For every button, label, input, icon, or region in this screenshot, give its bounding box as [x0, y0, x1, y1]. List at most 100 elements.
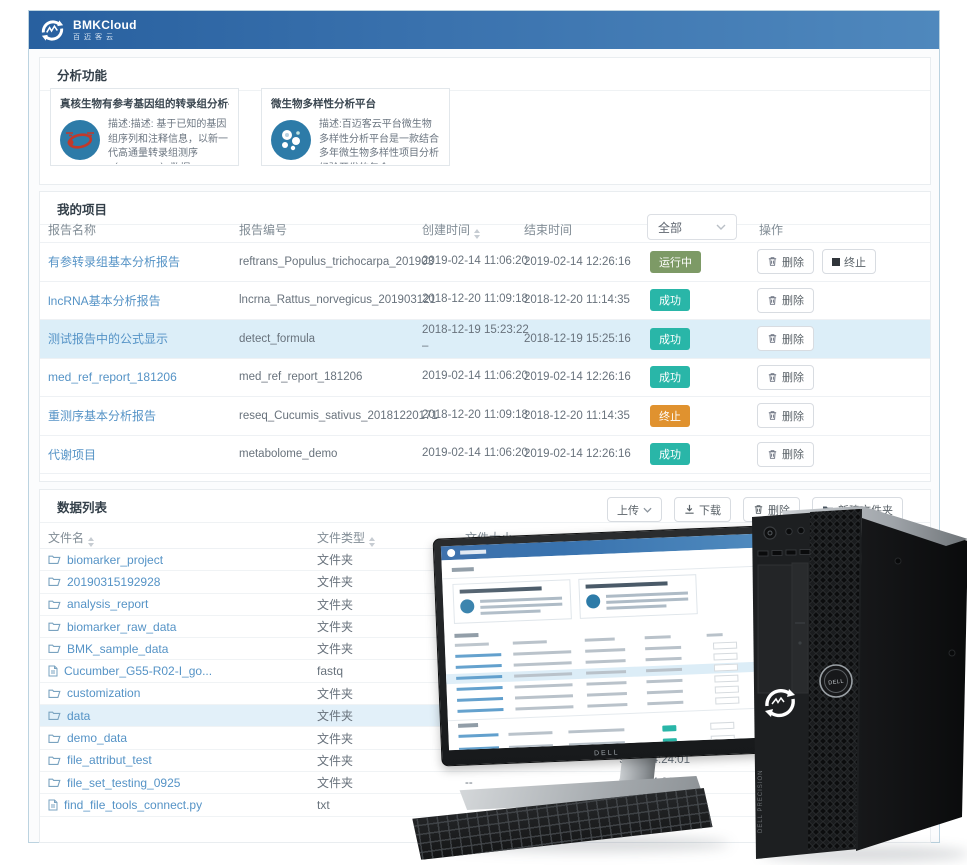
analysis-card-microbial[interactable]: 微生物多样性分析平台 描述:百迈客云平台微生物多样性分析平台是一款结合多年微生物…: [261, 88, 450, 166]
project-row: med_ref_report_181206 med_ref_report_181…: [40, 359, 930, 398]
col-file-name-sort[interactable]: 文件名: [48, 529, 94, 547]
projects-table-header: 报告名称 报告编号 创建时间 结束时间 全部 操作: [40, 214, 930, 242]
file-icon: [48, 799, 58, 811]
file-row: 20190315192928 文件夹: [40, 571, 930, 593]
file-name-link[interactable]: customization: [67, 686, 140, 700]
report-name-link[interactable]: 测试报告中的公式显示: [48, 330, 168, 347]
status-badge: 终止: [650, 405, 690, 427]
file-size: [465, 571, 585, 592]
file-row: biomarker_project 文件夹: [40, 549, 930, 571]
folder-icon: [48, 643, 61, 654]
col-created-sort[interactable]: 创建时间: [422, 221, 480, 239]
report-name-link[interactable]: med_ref_report_181206: [48, 370, 177, 384]
folder-icon: [48, 777, 61, 788]
file-type: 文件夹: [317, 616, 437, 637]
report-name-link[interactable]: 重测序基本分析报告: [48, 407, 156, 424]
file-row: data 文件夹: [40, 705, 930, 727]
file-name-link[interactable]: demo_data: [67, 731, 127, 745]
project-row: 重测序基本分析报告 reseq_Cucumis_sativus_20181220…: [40, 397, 930, 436]
file-icon: [48, 665, 58, 677]
report-name-link[interactable]: 有参转录组基本分析报告: [48, 253, 180, 270]
folder-icon: [48, 599, 61, 610]
chevron-down-icon: [643, 507, 652, 513]
upload-button[interactable]: 上传: [607, 497, 662, 522]
file-name-link[interactable]: 20190315192928: [67, 575, 160, 589]
file-name-link[interactable]: data: [67, 709, 90, 723]
analysis-panel: 分析功能 真核生物有参考基因组的转录组分析平台 描述:描述: 基于已知的基因组序…: [39, 57, 931, 185]
brand-logo: BMKCloud 百迈客云: [39, 17, 137, 44]
folder-icon: [48, 621, 61, 632]
file-row: file_set_testing_0925 文件夹 -- 9-27 14:06:…: [40, 772, 930, 794]
file-created: [619, 705, 789, 726]
report-code: detect_formula: [239, 320, 419, 358]
folder-icon: [48, 576, 61, 587]
report-name-link[interactable]: lncRNA基本分析报告: [48, 292, 161, 309]
sort-icon: [474, 229, 480, 239]
file-name-link[interactable]: BMK_sample_data: [67, 642, 168, 656]
sort-icon: [671, 537, 677, 547]
project-row: 测试报告中的公式显示 detect_formula 2018-12-19 15:…: [40, 320, 930, 359]
delete-button[interactable]: 删除: [757, 326, 814, 351]
file-type: txt: [317, 794, 437, 815]
sort-icon: [517, 537, 523, 547]
trash-icon: [767, 333, 778, 344]
file-type: 文件夹: [317, 594, 437, 615]
files-rows: biomarker_project 文件夹 20190315192928 文件夹…: [40, 549, 930, 817]
delete-button[interactable]: 删除: [757, 403, 814, 428]
file-created: [619, 727, 789, 748]
delete-button[interactable]: 删除: [757, 288, 814, 313]
delete-button[interactable]: 删除: [757, 365, 814, 390]
trash-icon: [767, 256, 778, 267]
report-code: reftrans_Populus_trichocarpa_201903: [239, 243, 419, 281]
report-ended: 2018-12-19 15:25:16: [524, 320, 654, 358]
folder-icon: [48, 733, 61, 744]
file-size: [465, 705, 585, 726]
col-file-type-sort[interactable]: 文件类型: [317, 529, 375, 547]
analysis-card-rnaseq[interactable]: 真核生物有参考基因组的转录组分析平台 描述:描述: 基于已知的基因组序列和注释信…: [50, 88, 239, 166]
status-filter-select[interactable]: 全部: [647, 214, 737, 240]
report-code: lncrna_Rattus_norvegicus_201903121: [239, 282, 419, 320]
file-row: demo_data 文件夹: [40, 727, 930, 749]
report-ended: 2018-12-20 11:14:35: [524, 282, 654, 320]
file-name-link[interactable]: find_file_tools_connect.py: [64, 798, 202, 812]
report-ended: 2019-02-14 12:26:16: [524, 243, 654, 281]
download-icon: [684, 504, 695, 515]
col-file-created-sort[interactable]: 创建时间: [619, 529, 677, 547]
report-created: 2019-02-14 11:06:20: [422, 436, 530, 474]
delete-button[interactable]: 删除: [757, 442, 814, 467]
file-row: Cucumber_G55-R02-I_go... fastq: [40, 660, 930, 682]
download-button[interactable]: 下载: [674, 497, 731, 522]
file-name-link[interactable]: file_set_testing_0925: [67, 776, 180, 790]
files-toolbar: 上传 下载 删除 新建文件夹: [607, 497, 903, 522]
file-size: [465, 683, 585, 704]
file-size: [465, 594, 585, 615]
trash-icon: [767, 295, 778, 306]
new-folder-button[interactable]: 新建文件夹: [812, 497, 903, 522]
page: BMKCloud 百迈客云 分析功能 真核生物有参考基因组的转录组分析平台: [0, 0, 967, 865]
top-bar: BMKCloud 百迈客云: [29, 11, 939, 49]
file-size: --: [465, 750, 585, 771]
report-code: reseq_Cucumis_sativus_20181220171: [239, 397, 419, 435]
rnaseq-platform-icon: [60, 120, 100, 160]
file-type: 文件夹: [317, 772, 437, 793]
file-row: analysis_report 文件夹: [40, 594, 930, 616]
col-file-size-sort[interactable]: 文件大小: [465, 529, 523, 547]
brand-subtitle: 百迈客云: [73, 34, 137, 41]
col-ops: 操作: [759, 221, 783, 238]
file-name-link[interactable]: analysis_report: [67, 597, 148, 611]
file-type: 文件夹: [317, 705, 437, 726]
delete-files-button[interactable]: 删除: [743, 497, 800, 522]
card-desc: 描述:百迈客云平台微生物多样性分析平台是一款结合多年微生物多样性项目分析经验开发…: [319, 118, 440, 164]
file-name-link[interactable]: biomarker_project: [67, 553, 163, 567]
file-name-link[interactable]: file_attribut_test: [67, 753, 152, 767]
file-created: [619, 549, 789, 570]
file-name-link[interactable]: Cucumber_G55-R02-I_go...: [64, 664, 212, 678]
report-name-link[interactable]: 代谢项目: [48, 446, 96, 463]
report-code: med_ref_report_181206: [239, 359, 419, 397]
delete-button[interactable]: 删除: [757, 249, 814, 274]
files-panel: 数据列表 上传 下载 删除 新建文件夹: [39, 489, 931, 843]
terminate-button[interactable]: 终止: [822, 249, 876, 274]
file-size: [465, 660, 585, 681]
file-name-link[interactable]: biomarker_raw_data: [67, 620, 176, 634]
file-created: [619, 638, 789, 659]
